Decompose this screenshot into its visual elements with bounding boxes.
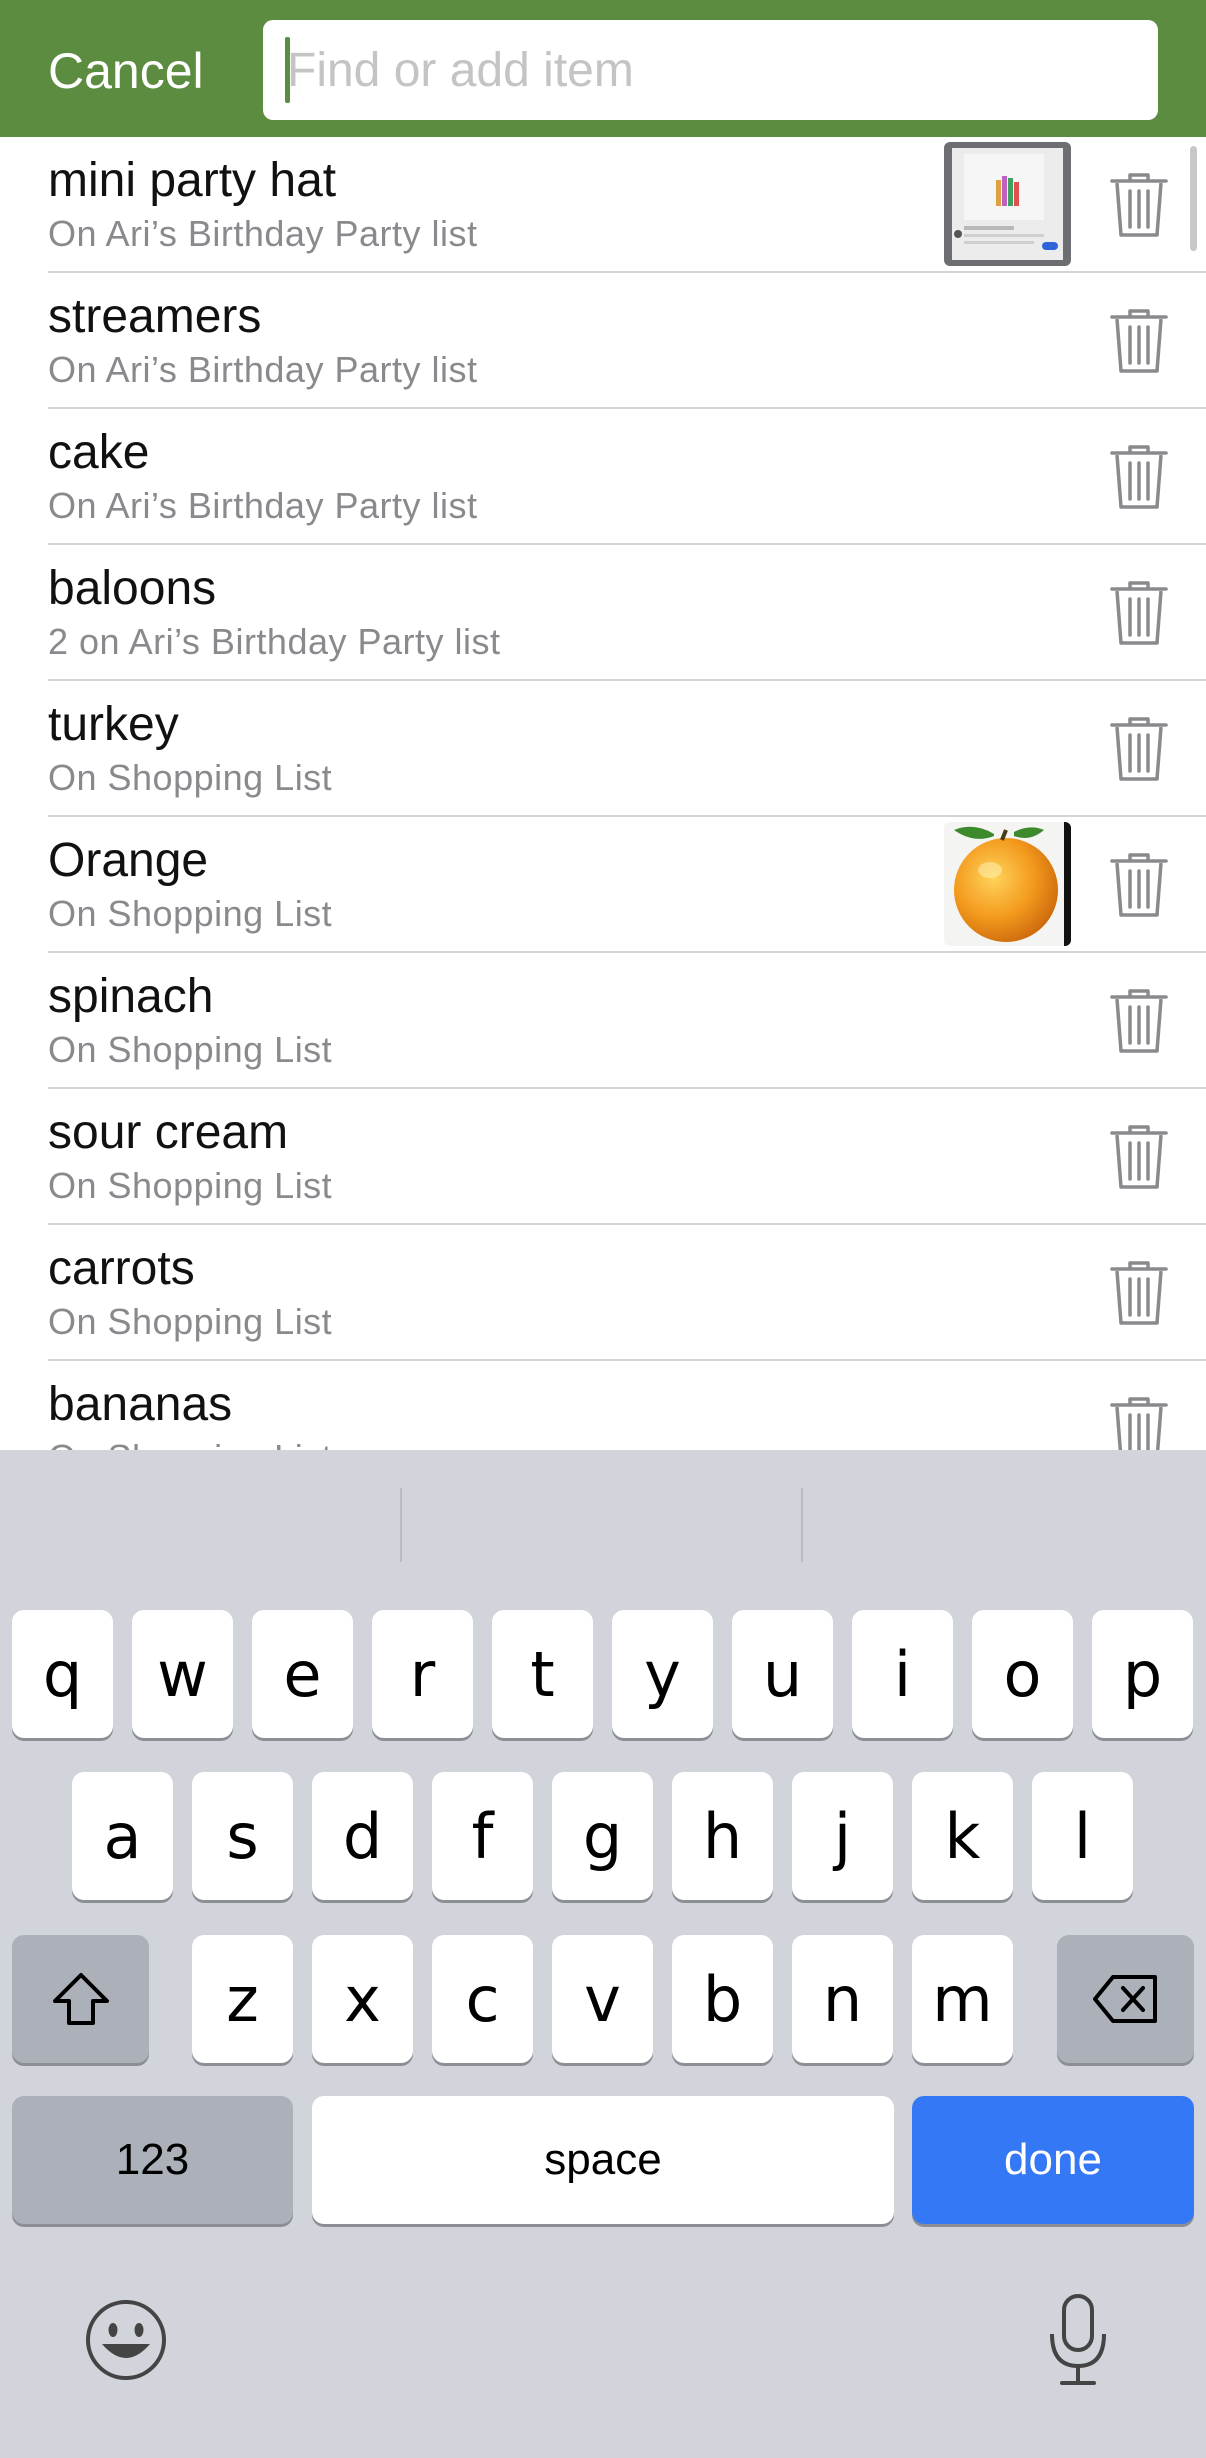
keyboard: qwertyuiop asdfghjkl zxcvbnm 123 space don… [0, 1450, 1206, 2458]
item-list-info: On Shopping List [48, 1301, 333, 1342]
delete-icon [1092, 1975, 1157, 2023]
item-list-info: 2 on Ari’s Birthday Party list [48, 621, 501, 662]
key-c[interactable]: c [432, 1935, 533, 2063]
item-name: streamers [48, 290, 262, 343]
trash-icon[interactable] [1108, 307, 1170, 375]
list-item[interactable]: carrots On Shopping List [0, 1225, 1206, 1361]
key-z[interactable]: z [192, 1935, 293, 2063]
item-name: Orange [48, 834, 209, 887]
key-g[interactable]: g [552, 1772, 653, 1900]
item-name: carrots [48, 1242, 195, 1295]
key-w[interactable]: w [132, 1610, 233, 1738]
emoji-icon [86, 2300, 166, 2380]
cancel-button[interactable]: Cancel [48, 38, 204, 104]
trash-icon[interactable] [1108, 171, 1170, 239]
item-list-info: On Shopping List [48, 893, 333, 934]
trash-icon[interactable] [1108, 1123, 1170, 1191]
list-item[interactable]: bananas On Shopping List [0, 1361, 1206, 1450]
trash-icon[interactable] [1108, 851, 1170, 919]
item-list-info: On Ari’s Birthday Party list [48, 485, 478, 526]
item-list-info: On Ari’s Birthday Party list [48, 349, 478, 390]
item-list-info: On Shopping List [48, 757, 333, 798]
delete-key[interactable] [1057, 1935, 1194, 2063]
list-item[interactable]: mini party hat On Ari’s Birthday Party li… [0, 137, 1206, 273]
list-item[interactable]: spinach On Shopping List [0, 953, 1206, 1089]
item-list-info: On Shopping List [48, 1029, 333, 1070]
key-u[interactable]: u [732, 1610, 833, 1738]
key-d[interactable]: d [312, 1772, 413, 1900]
list-item[interactable]: streamers On Ari’s Birthday Party list [0, 273, 1206, 409]
trash-icon[interactable] [1108, 987, 1170, 1055]
trash-icon[interactable] [1108, 579, 1170, 647]
item-list-info: On Shopping List [48, 1165, 333, 1206]
text-cursor [285, 37, 290, 103]
list-item[interactable]: turkey On Shopping List [0, 681, 1206, 817]
item-list-info: On Ari’s Birthday Party list [48, 213, 478, 254]
key-k[interactable]: k [912, 1772, 1013, 1900]
suggestion-divider [801, 1488, 803, 1562]
key-e[interactable]: e [252, 1610, 353, 1738]
list-item[interactable]: sour cream On Shopping List [0, 1089, 1206, 1225]
item-name: spinach [48, 970, 214, 1023]
item-name: bananas [48, 1378, 233, 1431]
shift-icon [52, 1973, 109, 2025]
search-input[interactable] [285, 20, 1145, 120]
dictation-key[interactable] [1044, 2292, 1112, 2388]
key-b[interactable]: b [672, 1935, 773, 2063]
key-a[interactable]: a [72, 1772, 173, 1900]
key-m[interactable]: m [912, 1935, 1013, 2063]
key-h[interactable]: h [672, 1772, 773, 1900]
key-v[interactable]: v [552, 1935, 653, 2063]
emoji-key[interactable] [84, 2298, 168, 2382]
trash-icon[interactable] [1108, 1395, 1170, 1450]
trash-icon[interactable] [1108, 1259, 1170, 1327]
key-t[interactable]: t [492, 1610, 593, 1738]
item-list-info: On Shopping List [48, 1435, 332, 1450]
item-name: baloons [48, 562, 217, 615]
list-item[interactable]: baloons 2 on Ari’s Birthday Party list [0, 545, 1206, 681]
search-box[interactable] [263, 20, 1158, 120]
trash-icon[interactable] [1108, 443, 1170, 511]
list-item[interactable]: Orange On Shopping List [0, 817, 1206, 953]
key-j[interactable]: j [792, 1772, 893, 1900]
space-key[interactable]: space [312, 2096, 894, 2224]
item-name: mini party hat [48, 154, 337, 207]
key-p[interactable]: p [1092, 1610, 1193, 1738]
item-suggestion-list[interactable]: mini party hat On Ari’s Birthday Party li… [0, 137, 1206, 1450]
key-y[interactable]: y [612, 1610, 713, 1738]
key-n[interactable]: n [792, 1935, 893, 2063]
trash-icon[interactable] [1108, 715, 1170, 783]
list-item[interactable]: cake On Ari’s Birthday Party list [0, 409, 1206, 545]
key-r[interactable]: r [372, 1610, 473, 1738]
top-bar: Cancel [0, 0, 1206, 137]
done-key[interactable]: done [912, 2096, 1194, 2224]
key-f[interactable]: f [432, 1772, 533, 1900]
item-photo-thumbnail[interactable] [944, 822, 1071, 946]
numbers-key[interactable]: 123 [12, 2096, 293, 2224]
key-x[interactable]: x [312, 1935, 413, 2063]
scroll-indicator [1190, 146, 1197, 251]
key-s[interactable]: s [192, 1772, 293, 1900]
item-name: sour cream [48, 1106, 289, 1159]
key-q[interactable]: q [12, 1610, 113, 1738]
key-l[interactable]: l [1032, 1772, 1133, 1900]
microphone-icon [1050, 2294, 1106, 2385]
shift-key[interactable] [12, 1935, 149, 2063]
item-name: turkey [48, 698, 179, 751]
item-photo-thumbnail[interactable] [944, 142, 1071, 266]
suggestion-divider [400, 1488, 402, 1562]
key-i[interactable]: i [852, 1610, 953, 1738]
item-name: cake [48, 426, 150, 479]
key-o[interactable]: o [972, 1610, 1073, 1738]
